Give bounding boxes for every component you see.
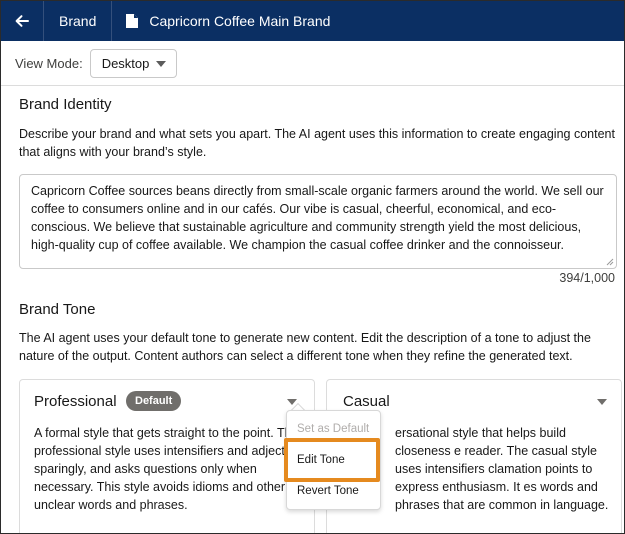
- view-mode-control: View Mode: Desktop: [15, 49, 177, 78]
- brand-identity-description: Describe your brand and what sets you ap…: [19, 127, 615, 159]
- default-badge: Default: [126, 391, 182, 411]
- tone-name: Casual: [343, 393, 390, 410]
- tone-name: Professional: [34, 393, 117, 410]
- brand-tone-heading: Brand Tone: [19, 301, 96, 318]
- view-mode-select[interactable]: Desktop: [89, 49, 177, 78]
- page-title: Capricorn Coffee Main Brand: [149, 13, 331, 29]
- chevron-down-icon: [155, 60, 166, 67]
- view-mode-value: Desktop: [101, 56, 150, 71]
- tone-description: A formal style that gets straight to the…: [34, 426, 294, 512]
- document-icon: [126, 14, 139, 28]
- app-frame: Brand Capricorn Coffee Main Brand View M…: [0, 0, 625, 534]
- character-counter: 394/1,000: [559, 271, 615, 285]
- brand-identity-heading: Brand Identity: [19, 96, 112, 113]
- top-header: Brand Capricorn Coffee Main Brand: [1, 1, 624, 41]
- menu-item-set-as-default: Set as Default: [297, 423, 370, 435]
- brand-identity-text: Capricorn Coffee sources beans directly …: [31, 184, 604, 252]
- tone-description: ersational style that helps build closen…: [395, 426, 609, 512]
- view-mode-label: View Mode:: [15, 56, 83, 71]
- chevron-down-icon[interactable]: [597, 399, 607, 405]
- header-separator: [111, 1, 113, 41]
- menu-item-revert-tone[interactable]: Revert Tone: [297, 485, 359, 497]
- menu-item-edit-tone[interactable]: Edit Tone: [297, 454, 345, 466]
- arrow-left-icon: [15, 15, 29, 27]
- resize-handle-icon[interactable]: [606, 258, 614, 266]
- brand-tone-description: The AI agent uses your default tone to g…: [19, 331, 591, 363]
- menu-item-edit-tone-highlight[interactable]: Edit Tone: [284, 438, 380, 482]
- tone-card-professional: Professional Default A formal style that…: [19, 379, 315, 533]
- divider: [1, 85, 624, 86]
- brand-identity-textarea[interactable]: Capricorn Coffee sources beans directly …: [19, 174, 617, 269]
- breadcrumb-brand[interactable]: Brand: [44, 13, 111, 29]
- back-button[interactable]: [1, 1, 43, 41]
